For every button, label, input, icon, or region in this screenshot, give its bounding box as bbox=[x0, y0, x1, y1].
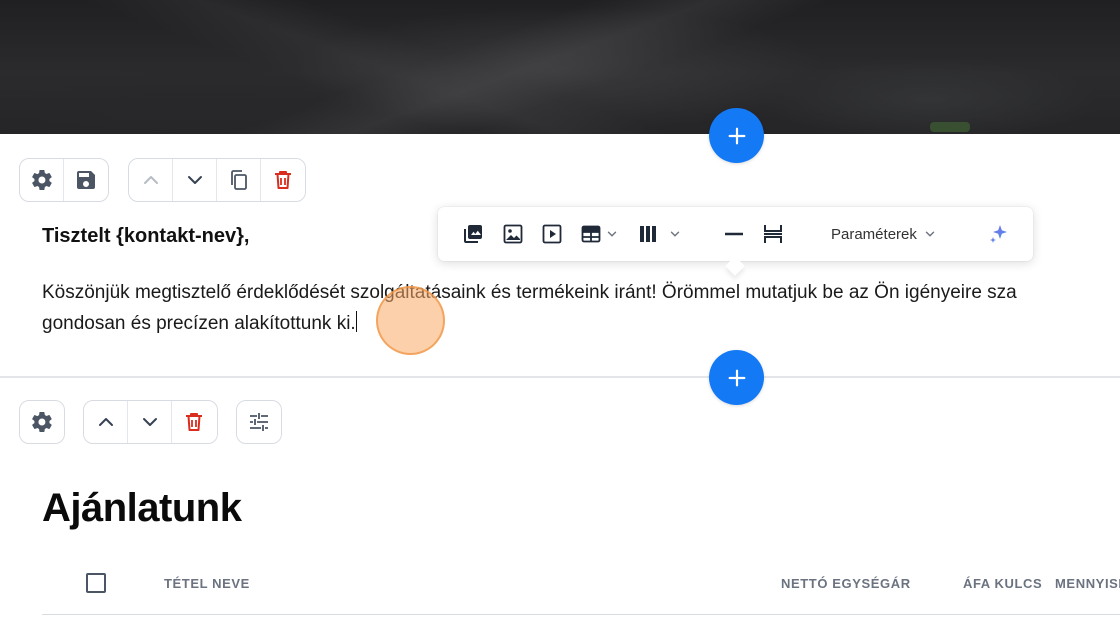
gear-icon bbox=[31, 169, 52, 191]
header-image bbox=[0, 0, 1120, 134]
block-settings-group bbox=[19, 400, 65, 444]
sliders-icon bbox=[250, 413, 268, 431]
gallery-icon bbox=[464, 225, 482, 243]
paragraph-text[interactable]: Köszönjük megtisztelő érdeklődését szolg… bbox=[42, 277, 1120, 339]
move-up-button[interactable] bbox=[84, 401, 128, 443]
column-header-quantity: MENNYISÉ bbox=[1055, 576, 1120, 591]
parameters-label: Paraméterek bbox=[831, 225, 917, 243]
insert-table-button[interactable] bbox=[579, 222, 619, 246]
delete-button[interactable] bbox=[261, 159, 305, 201]
paragraph-line: gondosan és precízen alakítottunk ki. bbox=[42, 308, 1120, 339]
section-divider bbox=[0, 376, 1120, 378]
copy-icon bbox=[230, 170, 247, 190]
chevron-up-icon bbox=[98, 418, 113, 426]
horizontal-rule-icon bbox=[725, 232, 743, 236]
gear-icon bbox=[32, 411, 52, 433]
chevron-down-icon bbox=[925, 231, 935, 237]
paragraph-line: Köszönjük megtisztelő érdeklődését szolg… bbox=[42, 282, 1017, 303]
block-settings-group bbox=[19, 158, 109, 202]
trash-icon bbox=[186, 413, 202, 431]
image-icon bbox=[503, 224, 523, 244]
video-icon bbox=[542, 224, 562, 244]
delete-button[interactable] bbox=[172, 401, 216, 443]
spacer-icon bbox=[764, 225, 782, 243]
settings-button[interactable] bbox=[20, 401, 64, 443]
insert-video-button[interactable] bbox=[540, 222, 564, 246]
settings-button[interactable] bbox=[20, 159, 64, 201]
block-actions-group bbox=[128, 158, 306, 202]
add-block-button[interactable] bbox=[709, 350, 764, 405]
insert-spacer-button[interactable] bbox=[761, 222, 785, 246]
text-caret bbox=[355, 311, 357, 332]
save-icon bbox=[77, 171, 95, 189]
paragraph-line-text: gondosan és precízen alakítottunk ki. bbox=[42, 313, 356, 334]
insert-gallery-button[interactable] bbox=[461, 222, 485, 246]
greeting-text[interactable]: Tisztelt {kontakt-nev}, bbox=[42, 225, 249, 248]
insert-toolbar: Paraméterek bbox=[438, 207, 1033, 261]
insert-columns-button[interactable] bbox=[636, 222, 682, 246]
table-header-rule bbox=[42, 614, 1120, 615]
column-header-item-name: TÉTEL NEVE bbox=[164, 576, 250, 591]
ai-assistant-button[interactable] bbox=[987, 222, 1011, 246]
columns-icon bbox=[640, 226, 656, 242]
click-indicator bbox=[376, 286, 445, 355]
block-actions-group bbox=[83, 400, 218, 444]
chevron-up-icon bbox=[143, 176, 158, 184]
move-up-button[interactable] bbox=[129, 159, 173, 201]
chevron-down-icon bbox=[607, 231, 617, 237]
move-down-button[interactable] bbox=[128, 401, 172, 443]
column-header-net-unit-price: NETTÓ EGYSÉGÁR bbox=[781, 576, 911, 591]
duplicate-button[interactable] bbox=[217, 159, 261, 201]
select-all-checkbox[interactable] bbox=[86, 573, 106, 593]
header-image-texture bbox=[0, 0, 1120, 134]
insert-divider-button[interactable] bbox=[722, 222, 746, 246]
plus-icon bbox=[728, 369, 745, 386]
chevron-down-icon bbox=[670, 231, 680, 237]
section-title[interactable]: Ajánlatunk bbox=[42, 486, 242, 531]
move-down-button[interactable] bbox=[173, 159, 217, 201]
trash-icon bbox=[275, 171, 291, 189]
insert-image-button[interactable] bbox=[501, 222, 525, 246]
column-header-vat-rate: ÁFA KULCS bbox=[963, 576, 1043, 591]
chevron-down-icon bbox=[142, 418, 157, 426]
header-image-detail bbox=[930, 122, 970, 132]
plus-icon bbox=[728, 127, 745, 144]
add-block-button[interactable] bbox=[709, 108, 764, 163]
chevron-down-icon bbox=[187, 176, 202, 184]
ai-sparkle-icon bbox=[990, 225, 1007, 243]
block-options-group bbox=[236, 400, 282, 444]
save-button[interactable] bbox=[64, 159, 108, 201]
table-options-button[interactable] bbox=[237, 401, 281, 443]
table-icon bbox=[581, 225, 601, 243]
parameters-dropdown[interactable]: Paraméterek bbox=[831, 222, 937, 246]
